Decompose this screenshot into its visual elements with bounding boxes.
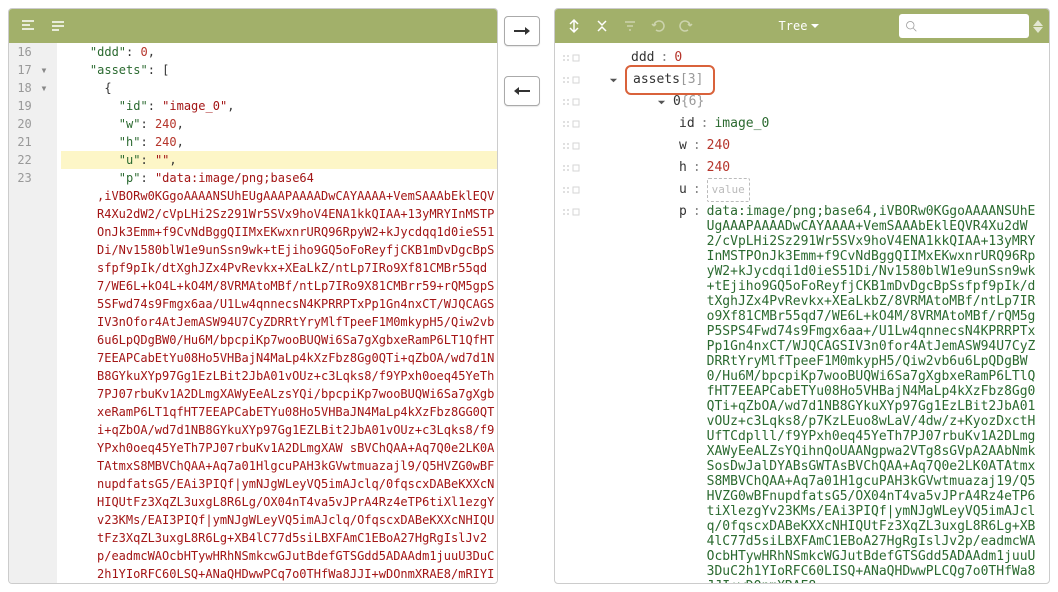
transfer-left-button[interactable] <box>504 76 540 106</box>
right-toolbar: Tree <box>555 9 1049 43</box>
undo-icon[interactable] <box>645 14 671 38</box>
code-body[interactable]: 16 17 ▾18 ▾19 20 21 22 23 "ddd": 0, "ass… <box>9 43 497 583</box>
code-editor-panel: 16 17 ▾18 ▾19 20 21 22 23 "ddd": 0, "ass… <box>8 8 498 584</box>
chevron-down-icon <box>811 24 819 29</box>
line-gutter: 16 17 ▾18 ▾19 20 21 22 23 <box>9 43 57 583</box>
search-input-wrap[interactable] <box>899 14 1029 38</box>
view-mode-select[interactable]: Tree <box>773 19 826 33</box>
search-icon <box>905 19 917 33</box>
compact-icon[interactable] <box>45 14 71 38</box>
tree-area[interactable]: ddd:0assets [3]0 {6}id:image_0w:240h:240… <box>587 43 1049 583</box>
tree-body[interactable]: ddd:0assets [3]0 {6}id:image_0w:240h:240… <box>555 43 1049 583</box>
tree-viewer-panel: Tree ddd:0assets [3]0 {6}id:image_0w:240… <box>554 8 1050 584</box>
code-area[interactable]: "ddd": 0, "assets": [ { "id": "image_0",… <box>57 43 497 583</box>
nav-up-icon <box>1033 20 1043 26</box>
format-icon[interactable] <box>15 14 41 38</box>
view-mode-label: Tree <box>779 19 808 33</box>
search-nav[interactable] <box>1033 20 1043 33</box>
sort-icon[interactable] <box>617 14 643 38</box>
redo-icon[interactable] <box>673 14 699 38</box>
nav-down-icon <box>1033 27 1043 33</box>
collapse-all-icon[interactable] <box>589 14 615 38</box>
transfer-right-button[interactable] <box>504 16 540 46</box>
expand-all-icon[interactable] <box>561 14 587 38</box>
left-toolbar <box>9 9 497 43</box>
search-input[interactable] <box>921 19 1023 33</box>
tree-gutter <box>555 43 587 583</box>
